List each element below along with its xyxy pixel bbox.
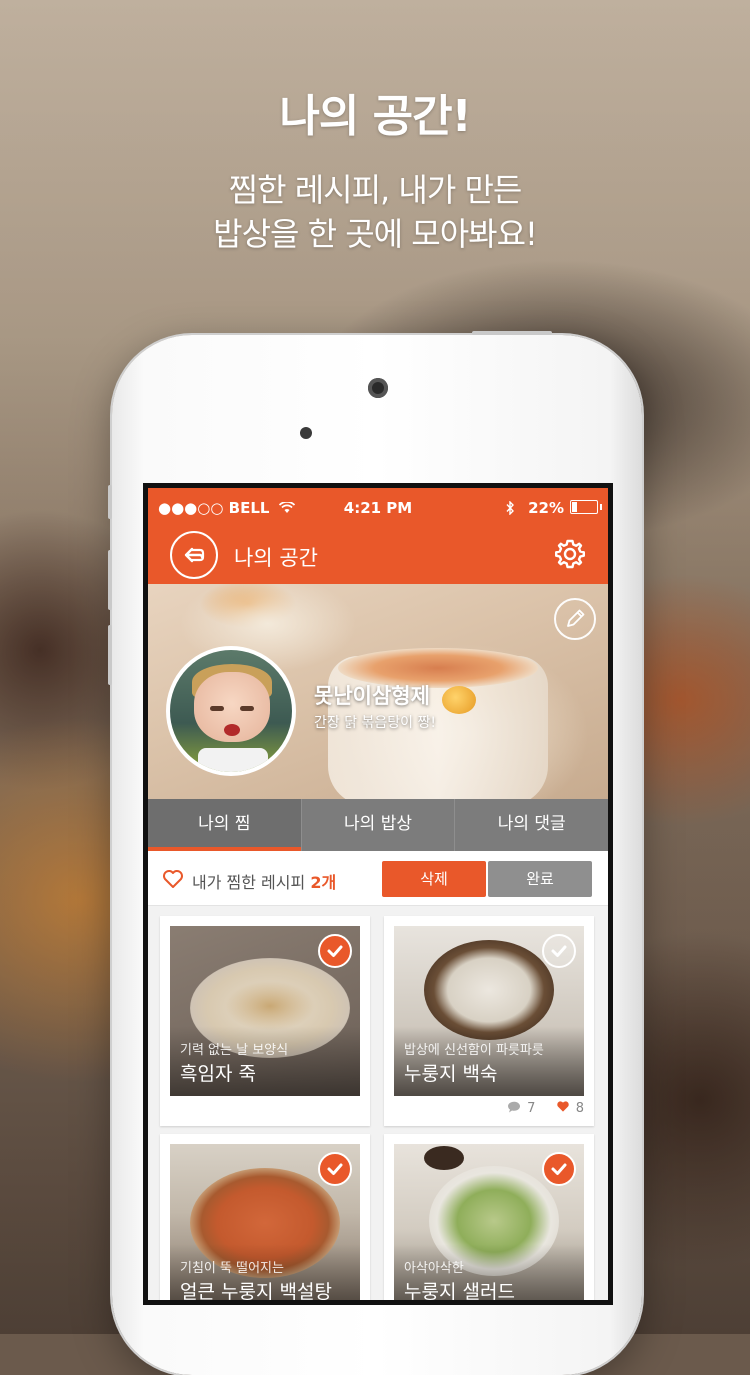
mute-switch: [108, 485, 112, 519]
edit-profile-button[interactable]: [554, 598, 596, 640]
recipe-stats: 7 8: [507, 1100, 584, 1116]
nav-bar: 나의 공간: [148, 526, 608, 584]
recipe-image: 아삭아삭한 누룽지 샐러드: [394, 1144, 584, 1300]
tab-my-likes[interactable]: 나의 찜: [148, 799, 302, 851]
page-title: 나의 공간: [234, 546, 318, 570]
profile-description: 간장 닭 볶음탕이 짱!: [314, 715, 437, 731]
recipe-title: 누룽지 백숙: [404, 1063, 498, 1085]
check-icon: [327, 945, 343, 957]
tab-my-comments[interactable]: 나의 댓글: [455, 799, 608, 851]
recipe-title: 흑임자 죽: [180, 1063, 256, 1085]
bluetooth-icon: [506, 500, 514, 516]
app-screen: ●●●○○ BELL 4:21 PM 22% 나의 공간 못난이삼형제 간장 닭…: [148, 488, 608, 1300]
recipe-subtitle: 밥상에 신선함이 파릇파릇: [404, 1043, 544, 1058]
status-right: 22%: [505, 499, 564, 517]
promo-subline: 찜한 레시피, 내가 만든 밥상을 한 곳에 모아봐요!: [0, 168, 750, 256]
recipe-subtitle: 기력 없는 날 보양식: [180, 1043, 289, 1058]
recipe-image: 기력 없는 날 보양식 흑임자 죽: [170, 926, 360, 1096]
check-icon: [551, 945, 567, 957]
volume-up-button: [108, 550, 112, 610]
select-checkbox[interactable]: [318, 1152, 352, 1186]
select-checkbox[interactable]: [318, 934, 352, 968]
recipe-count-label: 내가 찜한 레시피 2개: [192, 873, 337, 892]
recipe-subtitle: 기침이 뚝 떨어지는: [180, 1261, 284, 1276]
recipe-image: 밥상에 신선함이 파릇파릇 누룽지 백숙: [394, 926, 584, 1096]
volume-down-button: [108, 625, 112, 685]
battery-icon: [570, 500, 602, 514]
recipe-title: 얼큰 누룽지 백설탕: [180, 1281, 332, 1300]
gear-icon[interactable]: [554, 538, 586, 570]
comment-count: 7: [527, 1101, 536, 1116]
comment-icon: [508, 1101, 521, 1113]
recipe-card[interactable]: 기침이 뚝 떨어지는 얼큰 누룽지 백설탕: [160, 1134, 370, 1300]
recipe-card[interactable]: 아삭아삭한 누룽지 샐러드: [384, 1134, 594, 1300]
like-count: 8: [575, 1101, 584, 1116]
profile-name: 못난이삼형제: [314, 684, 430, 708]
pencil-icon: [567, 609, 585, 627]
promo-headline: 나의 공간!: [279, 91, 471, 142]
check-icon: [551, 1163, 567, 1175]
recipe-title: 누룽지 샐러드: [404, 1281, 515, 1300]
status-bar: ●●●○○ BELL 4:21 PM 22%: [148, 488, 608, 526]
back-button[interactable]: [170, 531, 218, 579]
promo-subline-2: 밥상을 한 곳에 모아봐요!: [213, 215, 538, 253]
back-arrow-icon: [184, 547, 205, 563]
heart-icon: [556, 1101, 569, 1112]
recipe-card[interactable]: 기력 없는 날 보양식 흑임자 죽: [160, 916, 370, 1126]
recipe-count-bar: 내가 찜한 레시피 2개 삭제 완료: [148, 851, 608, 906]
avatar[interactable]: [166, 646, 296, 776]
front-camera: [368, 378, 388, 398]
select-checkbox[interactable]: [542, 1152, 576, 1186]
recipe-count: 2개: [310, 873, 337, 892]
battery-level: [572, 502, 577, 512]
select-checkbox[interactable]: [542, 934, 576, 968]
battery-percent: 22%: [528, 499, 564, 517]
profile-banner: 못난이삼형제 간장 닭 볶음탕이 짱!: [148, 584, 608, 799]
tab-bar: 나의 찜 나의 밥상 나의 댓글: [148, 799, 608, 851]
tab-my-table[interactable]: 나의 밥상: [302, 799, 456, 851]
delete-button[interactable]: 삭제: [382, 861, 486, 897]
power-button: [472, 331, 552, 335]
recipe-image: 기침이 뚝 떨어지는 얼큰 누룽지 백설탕: [170, 1144, 360, 1300]
done-button[interactable]: 완료: [488, 861, 592, 897]
recipe-card[interactable]: 밥상에 신선함이 파릇파릇 누룽지 백숙 7 8: [384, 916, 594, 1126]
heart-outline-icon: [163, 870, 183, 888]
proximity-sensor: [300, 427, 312, 439]
recipe-subtitle: 아삭아삭한: [404, 1261, 464, 1276]
promo-subline-1: 찜한 레시피, 내가 만든: [228, 171, 523, 209]
check-icon: [327, 1163, 343, 1175]
